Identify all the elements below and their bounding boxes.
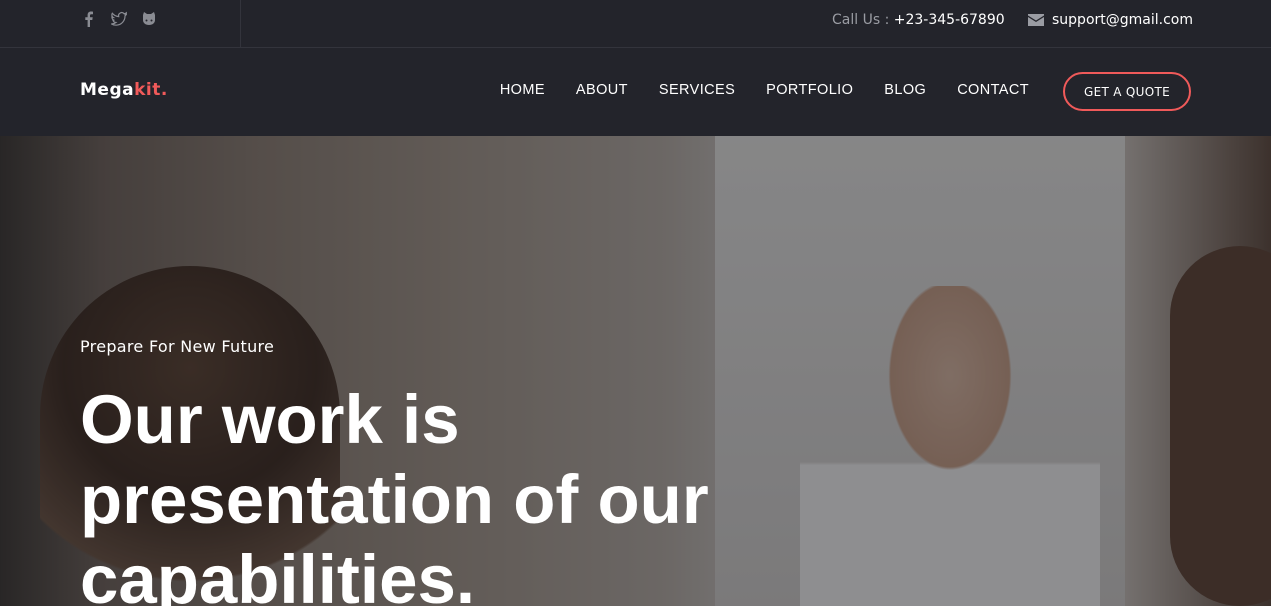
- top-bar: Call Us : +23-345-67890 support@gmail.co…: [0, 0, 1271, 48]
- call-label: Call Us :: [832, 12, 890, 28]
- envelope-icon: [1028, 14, 1044, 26]
- call-us: Call Us : +23-345-67890: [832, 12, 1005, 28]
- nav-services[interactable]: SERVICES: [659, 82, 735, 98]
- logo-accent: kit.: [134, 80, 168, 100]
- logo-primary: Mega: [80, 80, 135, 100]
- social-links: [80, 8, 158, 30]
- call-number[interactable]: +23-345-67890: [894, 12, 1005, 28]
- hero-section: Prepare For New Future Our work is prese…: [0, 136, 1271, 606]
- twitter-icon[interactable]: [110, 10, 128, 28]
- brand-logo[interactable]: Megakit.: [80, 80, 168, 100]
- get-a-quote-button[interactable]: GET A QUOTE: [1063, 72, 1191, 111]
- email-contact[interactable]: support@gmail.com: [1028, 12, 1193, 28]
- main-navbar: Megakit. HOME ABOUT SERVICES PORTFOLIO B…: [0, 48, 1271, 136]
- nav-home[interactable]: HOME: [500, 82, 545, 98]
- hero-subtitle: Prepare For New Future: [80, 337, 275, 356]
- nav-menu: HOME ABOUT SERVICES PORTFOLIO BLOG CONTA…: [500, 82, 1029, 98]
- facebook-icon[interactable]: [80, 10, 98, 28]
- github-icon[interactable]: [140, 10, 158, 28]
- nav-about[interactable]: ABOUT: [576, 82, 628, 98]
- hero-headline: Our work is presentation of our capabili…: [80, 381, 709, 606]
- nav-contact[interactable]: CONTACT: [957, 82, 1029, 98]
- nav-portfolio[interactable]: PORTFOLIO: [766, 82, 853, 98]
- email-address[interactable]: support@gmail.com: [1052, 12, 1193, 28]
- nav-blog[interactable]: BLOG: [884, 82, 926, 98]
- topbar-divider: [240, 0, 241, 48]
